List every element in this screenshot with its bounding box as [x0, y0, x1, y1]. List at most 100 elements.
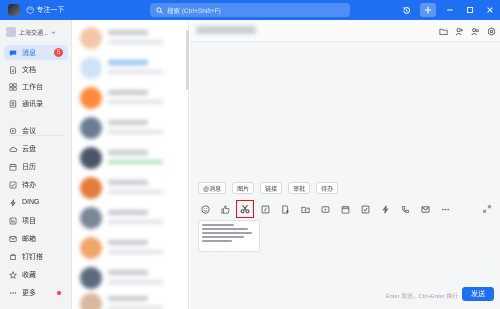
- maximize-icon: [466, 6, 474, 14]
- maximize-button[interactable]: [460, 0, 480, 20]
- status-emoji: 😶: [26, 5, 35, 15]
- quick-approval-button[interactable]: 审批: [288, 182, 311, 194]
- document-add-icon: [281, 204, 289, 214]
- status-indicator[interactable]: 😶 专注一下: [26, 4, 64, 16]
- emoji-button[interactable]: [198, 202, 212, 216]
- list-item[interactable]: [72, 52, 188, 82]
- chat-header: [190, 20, 500, 42]
- nav-label: 邮箱: [22, 235, 36, 243]
- video-play-icon: [321, 205, 329, 213]
- org-logo-icon: [6, 27, 16, 37]
- nav-item-meeting[interactable]: 会议: [4, 123, 68, 138]
- bolt-small-icon: [381, 204, 389, 214]
- list-item[interactable]: [72, 172, 188, 202]
- nav-item-favorites[interactable]: 收藏: [4, 267, 68, 282]
- list-item[interactable]: [72, 142, 188, 172]
- more-tools-button[interactable]: [438, 202, 452, 216]
- minimize-button[interactable]: [440, 0, 460, 20]
- mail-button[interactable]: [418, 202, 432, 216]
- todo-button[interactable]: [358, 202, 372, 216]
- checkbox-icon: [9, 181, 17, 188]
- more-icon: [9, 291, 17, 294]
- screenshot-button[interactable]: [236, 200, 254, 218]
- video-button[interactable]: [318, 202, 332, 216]
- list-item[interactable]: [72, 82, 188, 112]
- title-bar: 😶 专注一下 搜索 (Ctrl+Shift+F): [0, 0, 500, 20]
- unread-badge: 5: [54, 48, 63, 57]
- nav-item-more[interactable]: 更多: [4, 285, 68, 300]
- folder-button[interactable]: [298, 202, 312, 216]
- minimize-icon: [447, 9, 453, 11]
- list-item[interactable]: [72, 202, 188, 232]
- nav-label: DING: [22, 199, 40, 206]
- nav-label: 钉钉搭: [22, 253, 43, 261]
- smiley-icon: [200, 204, 210, 214]
- add-button[interactable]: [420, 3, 436, 17]
- nav-label: 更多: [22, 289, 36, 297]
- envelope-icon: [420, 205, 430, 213]
- contacts-icon: [9, 99, 17, 108]
- quick-label: 图片: [237, 186, 250, 193]
- settings-icon[interactable]: [487, 26, 496, 36]
- list-item[interactable]: [72, 112, 188, 142]
- org-name: 上海交通...: [19, 30, 49, 37]
- nav-label: 消息: [22, 49, 36, 57]
- expand-composer-button[interactable]: [480, 202, 494, 216]
- doc-button[interactable]: [278, 202, 292, 216]
- notification-dot: [57, 291, 61, 295]
- nav-label: 工作台: [22, 83, 43, 91]
- nav-label: 通讯录: [22, 100, 43, 108]
- nav-item-workbench[interactable]: 工作台: [4, 79, 68, 94]
- quick-todo-button[interactable]: 待办: [316, 182, 339, 194]
- build-icon: [10, 253, 16, 260]
- ding-button[interactable]: [378, 202, 392, 216]
- quick-link-button[interactable]: 链接: [260, 182, 283, 194]
- list-item[interactable]: [72, 288, 188, 309]
- nav-item-cloud[interactable]: 云盘: [4, 141, 68, 156]
- nav-item-todo[interactable]: 待办: [4, 177, 68, 192]
- bolt-icon: [10, 198, 16, 207]
- close-icon: [487, 7, 493, 13]
- close-button[interactable]: [480, 0, 500, 20]
- calendar-button[interactable]: [338, 202, 352, 216]
- nav-item-contacts[interactable]: 通讯录: [4, 96, 68, 111]
- phone-icon: [401, 205, 409, 213]
- nav-label: 日历: [22, 163, 36, 171]
- nav-item-dingda[interactable]: 钉钉搭: [4, 249, 68, 264]
- nav-label: 云盘: [22, 145, 36, 153]
- list-item[interactable]: [72, 22, 188, 52]
- ellipsis-icon: [441, 208, 449, 210]
- nav-item-docs[interactable]: 文档: [4, 62, 68, 77]
- conversation-list-scrollbar[interactable]: [186, 30, 189, 90]
- quick-image-button[interactable]: 图片: [232, 182, 255, 194]
- nav-label: 项目: [22, 217, 36, 225]
- send-button[interactable]: 发送: [462, 287, 494, 301]
- call-button[interactable]: [398, 202, 412, 216]
- video-icon: [9, 127, 17, 134]
- calendar-small-icon: [341, 205, 349, 214]
- nav-item-ding[interactable]: DING: [4, 195, 68, 210]
- quick-at-button[interactable]: @消息: [198, 182, 227, 194]
- check-square-icon: [361, 205, 369, 213]
- left-navigation: 上海交通... 消息 5 文档 工作台 通讯录 会议 云盘 日历 待办 DING: [0, 20, 72, 309]
- folder-upload-icon: [261, 205, 269, 213]
- chat-title-blurred: [196, 26, 256, 34]
- history-button[interactable]: [396, 0, 416, 20]
- org-switcher[interactable]: 上海交通...: [6, 25, 66, 39]
- members-icon[interactable]: [471, 27, 480, 36]
- screenshot-tooltip: [198, 220, 260, 252]
- folder-icon[interactable]: [439, 27, 448, 36]
- file-button[interactable]: [258, 202, 272, 216]
- list-item[interactable]: [72, 232, 188, 262]
- user-avatar[interactable]: [8, 4, 20, 16]
- nav-item-project[interactable]: 项目: [4, 213, 68, 228]
- chat-bubble-icon: [9, 50, 17, 56]
- add-member-icon[interactable]: [455, 27, 464, 36]
- nav-item-messages[interactable]: 消息 5: [4, 45, 68, 60]
- nav-item-calendar[interactable]: 日历: [4, 159, 68, 174]
- global-search-box[interactable]: 搜索 (Ctrl+Shift+F): [150, 3, 350, 17]
- nav-label: 待办: [22, 181, 36, 189]
- nav-item-mail[interactable]: 邮箱: [4, 231, 68, 246]
- chat-panel: @消息 图片 链接 审批 待办 Enter 发送，Ctrl+Enter 换行 发…: [190, 20, 500, 309]
- like-button[interactable]: [218, 202, 232, 216]
